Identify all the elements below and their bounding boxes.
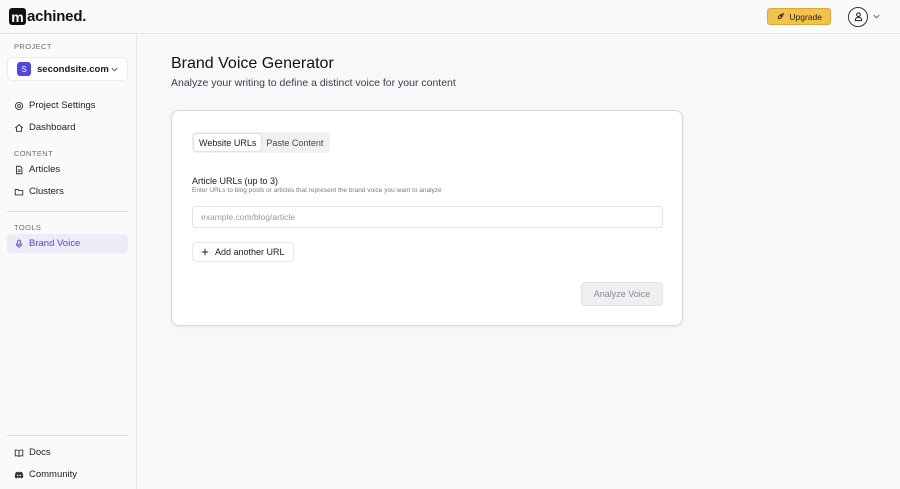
sidebar-item-project-settings[interactable]: Project Settings: [7, 96, 128, 115]
microphone-icon: [15, 239, 23, 248]
sidebar-item-label: Docs: [29, 447, 51, 458]
home-icon: [14, 123, 24, 132]
sidebar-item-community[interactable]: Community: [7, 465, 128, 484]
section-label-project: PROJECT: [14, 42, 52, 51]
add-url-button[interactable]: Add another URL: [192, 242, 294, 262]
sidebar-divider: [7, 211, 128, 212]
input-mode-tabs: Website URLs Paste Content: [192, 132, 331, 153]
sidebar-item-docs[interactable]: Docs: [7, 443, 128, 462]
sidebar-item-brand-voice[interactable]: Brand Voice: [7, 234, 128, 253]
logo-wordmark: achined.: [27, 8, 87, 25]
user-icon: [854, 12, 862, 22]
document-icon: [16, 165, 23, 174]
page-title: Brand Voice Generator: [171, 55, 334, 72]
article-urls-label: Article URLs (up to 3): [192, 176, 279, 186]
avatar[interactable]: [848, 6, 868, 27]
settings-icon: [14, 101, 24, 110]
brand-logo[interactable]: m achined.: [9, 8, 86, 25]
folder-icon: [14, 188, 24, 195]
article-urls-help: Enter URLs to blog posts or articles tha…: [192, 187, 442, 194]
sidebar-divider: [7, 435, 128, 436]
book-icon: [14, 449, 24, 457]
chevron-down-icon: [111, 67, 118, 72]
analyze-voice-button[interactable]: Analyze Voice: [581, 282, 663, 306]
section-label-content: CONTENT: [14, 149, 54, 158]
sidebar-item-dashboard[interactable]: Dashboard: [7, 118, 128, 137]
rocket-icon: [777, 12, 785, 20]
section-label-tools: TOOLS: [14, 223, 42, 232]
project-badge: S: [17, 62, 31, 76]
sidebar-item-label: Brand Voice: [29, 238, 81, 249]
sidebar-item-label: Articles: [29, 164, 61, 175]
sidebar-item-label: Project Settings: [29, 100, 96, 111]
user-menu[interactable]: [848, 6, 881, 27]
upgrade-label: Upgrade: [789, 11, 822, 22]
add-url-label: Add another URL: [215, 247, 285, 257]
chevron-down-icon: [873, 14, 880, 19]
project-selector[interactable]: S secondsite.com: [7, 57, 128, 81]
tab-website-urls[interactable]: Website URLs: [194, 134, 262, 151]
tab-paste-content[interactable]: Paste Content: [261, 134, 328, 151]
sidebar: PROJECT S secondsite.com Project Setting…: [0, 34, 137, 489]
logo-mark: m: [9, 8, 26, 25]
plus-icon: [201, 248, 209, 256]
top-bar: m achined. Upgrade: [0, 0, 900, 34]
article-url-input[interactable]: [192, 206, 663, 228]
discord-icon: [14, 471, 24, 478]
brand-voice-card: Website URLs Paste Content Article URLs …: [171, 110, 683, 326]
sidebar-item-label: Dashboard: [29, 122, 76, 133]
sidebar-item-label: Clusters: [29, 186, 64, 197]
sidebar-item-articles[interactable]: Articles: [7, 160, 128, 179]
project-name: secondsite.com: [37, 63, 109, 75]
sidebar-item-label: Community: [29, 469, 78, 480]
sidebar-item-clusters[interactable]: Clusters: [7, 182, 128, 201]
upgrade-button[interactable]: Upgrade: [767, 8, 831, 25]
page-subtitle: Analyze your writing to define a distinc…: [171, 77, 456, 89]
